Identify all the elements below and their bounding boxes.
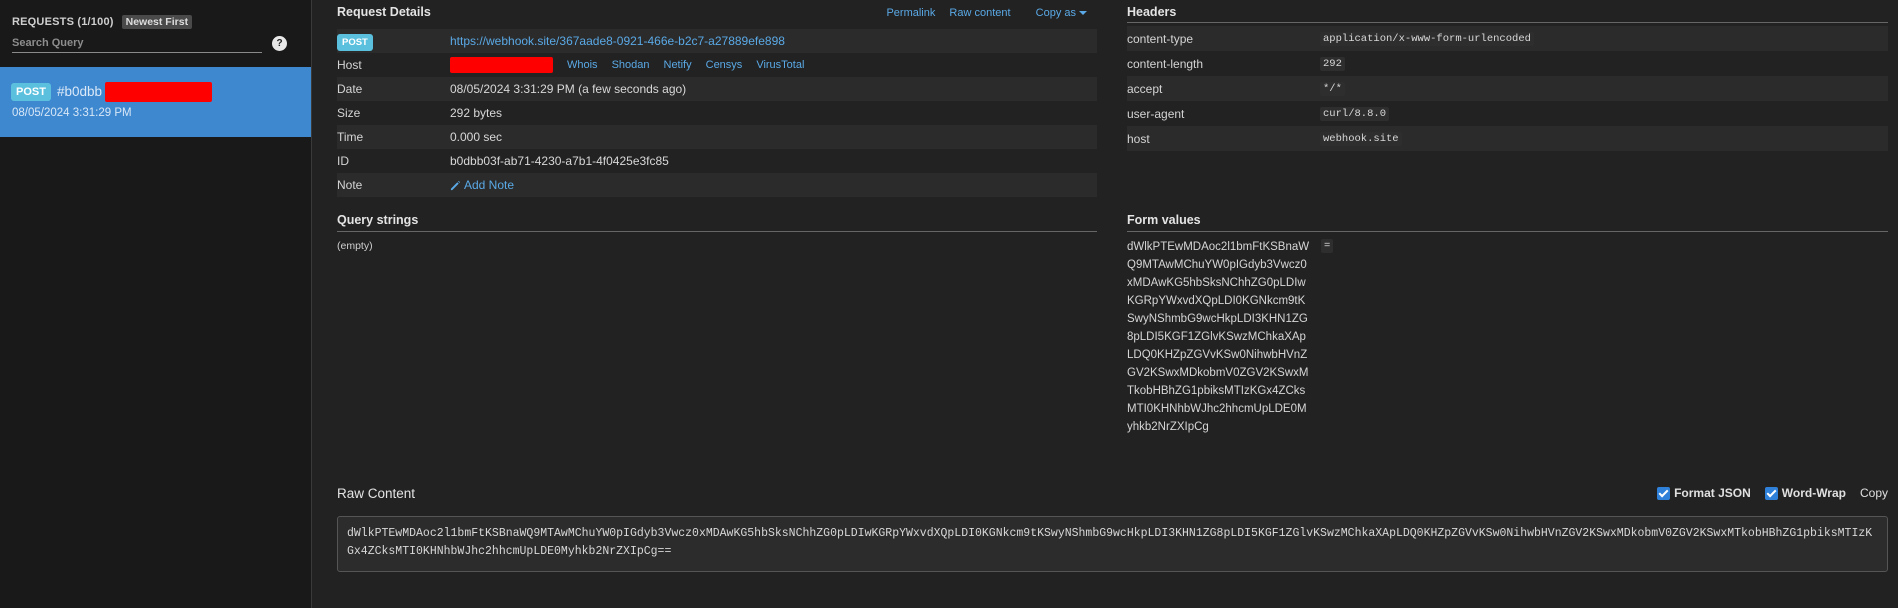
note-row: Note Add Note [337,173,1097,197]
copy-as-label: Copy as [1035,7,1076,19]
header-row: user-agent curl/8.8.0 [1127,101,1888,126]
header-value: curl/8.8.0 [1320,106,1390,121]
date-row: Date 08/05/2024 3:31:29 PM (a few second… [337,77,1097,101]
header-row: content-length 292 [1127,51,1888,76]
id-value: b0dbb03f-ab71-4230-a7b1-4f0425e3fc85 [450,154,669,168]
form-value-value: = [1321,239,1334,253]
form-value-key: dWlkPTEwMDAoc2l1bmFtKSBnaWQ9MTAwMChuYW0p… [1127,241,1310,433]
chevron-down-icon [1079,11,1087,16]
request-date: 08/05/2024 3:31:29 PM [12,107,132,119]
query-strings-title: Query strings [337,213,419,227]
form-values-header: Form values [1127,213,1888,232]
query-strings-empty: (empty) [337,240,373,252]
format-json-checkbox[interactable]: Format JSON [1657,486,1751,500]
request-details-header: Request Details Permalink Raw content Co… [337,5,1097,23]
id-label: ID [337,154,349,168]
header-value: */* [1320,81,1345,96]
header-key: accept [1127,81,1163,96]
request-id-label: #b0dbb [57,84,103,99]
request-actions: Permalink Raw content Copy as [875,7,1087,19]
header-value: application/x-www-form-urlencoded [1320,31,1534,46]
header-key: host [1127,131,1150,146]
size-value: 292 bytes [450,106,503,120]
time-value: 0.000 sec [450,130,503,144]
host-label: Host [337,58,362,72]
copy-as-dropdown[interactable]: Copy as [1025,7,1087,19]
time-row: Time 0.000 sec [337,125,1097,149]
form-values-title: Form values [1127,213,1201,227]
raw-content-link[interactable]: Raw content [949,7,1010,19]
note-label: Note [337,178,363,192]
headers-header: Headers [1127,5,1888,23]
method-badge: POST [337,34,373,51]
size-row: Size 292 bytes [337,101,1097,125]
header-row: host webhook.site [1127,126,1888,151]
help-icon[interactable]: ? [272,36,287,51]
word-wrap-checkbox[interactable]: Word-Wrap [1764,486,1846,500]
request-list-item[interactable]: POST #b0dbb 08/05/2024 3:31:29 PM [0,67,311,137]
header-key: content-type [1127,31,1194,46]
raw-content-title: Raw Content [337,486,416,501]
url-row: POST https://webhook.site/367aade8-0921-… [337,29,1097,53]
add-note-label: Add Note [464,178,515,192]
size-label: Size [337,106,361,120]
redaction-box [105,82,212,102]
host-redaction [450,57,553,73]
request-url-link[interactable]: https://webhook.site/367aade8-0921-466e-… [450,34,785,48]
raw-content-options: Format JSON Word-Wrap Copy [1643,486,1888,500]
permalink-link[interactable]: Permalink [886,7,935,19]
headers-title: Headers [1127,5,1177,19]
date-value: 08/05/2024 3:31:29 PM (a few seconds ago… [450,82,687,96]
header-key: user-agent [1127,106,1185,121]
copy-button[interactable]: Copy [1860,486,1888,500]
header-row: content-type application/x-www-form-urle… [1127,26,1888,51]
raw-content-panel: Raw Content Format JSON Word-Wrap Copy d… [337,486,1888,572]
method-badge: POST [11,83,51,101]
add-note-button[interactable]: Add Note [450,178,514,192]
header-value: webhook.site [1320,131,1402,146]
whois-link[interactable]: Whois [567,59,598,71]
checkbox-checked-icon [1764,486,1778,500]
sidebar-header: REQUESTS (1/100) Newest First [12,15,193,29]
search-query-input[interactable] [12,34,262,53]
word-wrap-label: Word-Wrap [1781,486,1846,500]
query-strings-header: Query strings [337,213,1097,232]
time-label: Time [337,130,364,144]
main-content: Request Details Permalink Raw content Co… [313,0,1898,608]
header-row: accept */* [1127,76,1888,101]
host-row: Host Whois Shodan Netify Censys VirusTot… [337,53,1097,77]
header-value: 292 [1320,56,1345,71]
virustotal-link[interactable]: VirusTotal [756,59,804,71]
censys-link[interactable]: Censys [706,59,743,71]
sidebar: REQUESTS (1/100) Newest First ? POST #b0… [0,0,312,608]
request-count: REQUESTS (1/100) [12,16,114,28]
raw-content-header: Raw Content Format JSON Word-Wrap Copy [337,486,1888,506]
checkbox-checked-icon [1657,486,1671,500]
raw-content-textarea[interactable]: dWlkPTEwMDAoc2l1bmFtKSBnaWQ9MTAwMChuYW0p… [337,516,1888,572]
pencil-icon [450,180,461,190]
netify-link[interactable]: Netify [664,59,692,71]
request-details-title: Request Details [337,5,431,19]
sort-order-toggle[interactable]: Newest First [121,15,193,29]
shodan-link[interactable]: Shodan [612,59,650,71]
id-row: ID b0dbb03f-ab71-4230-a7b1-4f0425e3fc85 [337,149,1097,173]
form-values-panel: Form values dWlkPTEwMDAoc2l1bmFtKSBnaWQ9… [1127,213,1888,433]
query-strings-panel: Query strings (empty) [337,213,1097,252]
header-key: content-length [1127,56,1204,71]
date-label: Date [337,82,363,96]
format-json-label: Format JSON [1674,486,1751,500]
